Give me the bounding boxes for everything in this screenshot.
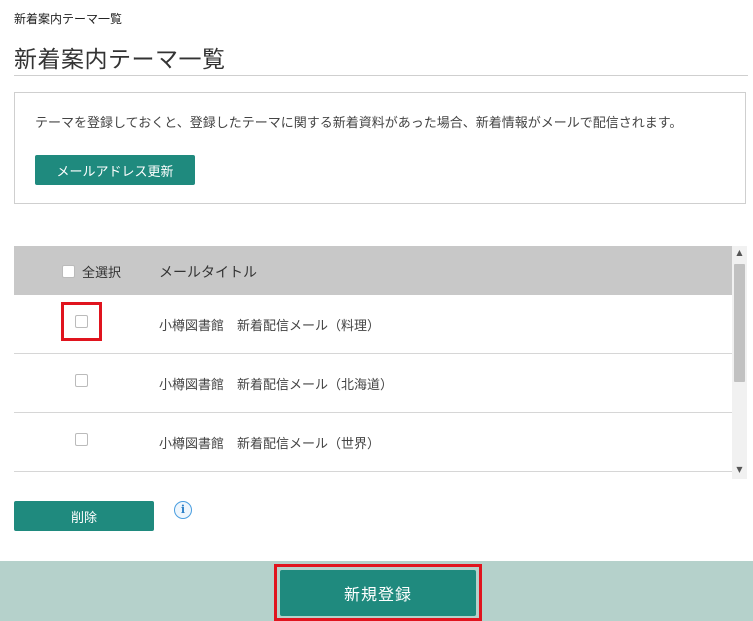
title-divider [14,75,748,76]
row-title: 小樽図書館 新着配信メール（北海道） [159,378,394,393]
table-row: 小樽図書館 新着配信メール（料理） [14,295,732,354]
theme-table: 全選択 メールタイトル 小樽図書館 新着配信メール（料理） 小樽図書館 新着配信… [14,246,747,479]
scroll-up-icon[interactable]: ▲ [732,248,747,257]
select-all-checkbox[interactable] [62,265,75,278]
table-row: 小樽図書館 新着配信メール（世界） [14,413,732,472]
page-title: 新着案内テーマ一覧 [14,47,226,73]
row-checkbox[interactable] [75,433,88,446]
checkbox-highlight [61,302,102,341]
column-header-mail-title: メールタイトル [159,265,257,281]
select-all-label[interactable]: 全選択 [82,262,121,281]
row-checkbox[interactable] [75,374,88,387]
info-text: テーマを登録しておくと、登録したテーマに関する新着資料があった場合、新着情報がメ… [35,116,683,131]
table-row: 小樽図書館 新着配信メール（北海道） [14,354,732,413]
info-icon[interactable]: i [174,501,192,519]
email-update-button[interactable]: メールアドレス更新 [35,155,195,185]
scroll-down-icon[interactable]: ▼ [732,465,747,474]
delete-button[interactable]: 削除 [14,501,154,531]
breadcrumb: 新着案内テーマ一覧 [14,12,123,26]
table-scrollbar[interactable]: ▲ ▼ [732,246,747,479]
row-title: 小樽図書館 新着配信メール（世界） [159,437,381,452]
scroll-thumb[interactable] [734,264,745,382]
table-header: 全選択 メールタイトル [14,246,732,295]
row-title: 小樽図書館 新着配信メール（料理） [159,319,381,334]
info-box: テーマを登録しておくと、登録したテーマに関する新着資料があった場合、新着情報がメ… [14,92,746,204]
register-highlight [274,564,482,621]
